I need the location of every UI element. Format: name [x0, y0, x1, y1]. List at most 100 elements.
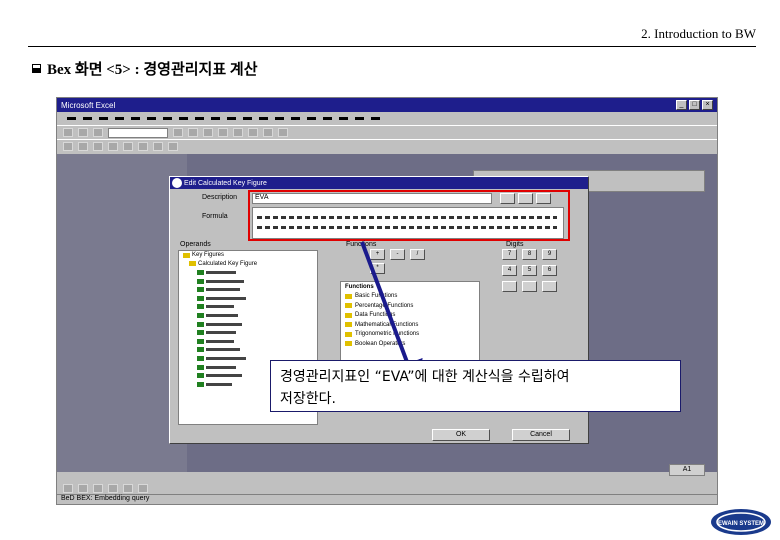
toolbar-button[interactable] — [153, 142, 163, 151]
digit-button[interactable] — [522, 281, 537, 292]
toolbar-button[interactable] — [78, 142, 88, 151]
company-logo: EWAIN SYSTEM — [711, 509, 771, 535]
list-item[interactable] — [179, 337, 317, 346]
toolbar-button[interactable] — [123, 483, 133, 493]
toolbar-button[interactable] — [123, 142, 133, 151]
function-item[interactable]: Trigonometric Functions — [341, 330, 479, 340]
node-text — [206, 356, 246, 360]
node-text — [206, 279, 244, 283]
node-text — [206, 331, 236, 335]
digit-button-5[interactable]: 5 — [522, 265, 537, 276]
worksheet-gutter — [57, 154, 187, 472]
list-item[interactable] — [179, 285, 317, 294]
digit-button-9[interactable]: 9 — [542, 249, 557, 260]
toolbar-button[interactable] — [168, 142, 178, 151]
node-text — [206, 270, 236, 274]
tree-node-key-figures[interactable]: Key Figures — [179, 251, 317, 260]
key-figure-icon — [197, 304, 204, 310]
toolbar-button[interactable] — [138, 142, 148, 151]
toolbar-button[interactable] — [233, 128, 243, 137]
toolbar-button[interactable] — [63, 483, 73, 493]
toolbar-button[interactable] — [78, 483, 88, 493]
function-item[interactable]: Percentage Functions — [341, 301, 479, 311]
toolbar-button[interactable] — [108, 483, 118, 493]
close-button[interactable]: × — [702, 100, 713, 110]
toolbar-button[interactable] — [203, 128, 213, 137]
menu-placeholder[interactable] — [67, 117, 387, 120]
node-text — [206, 339, 234, 343]
toolbar-button[interactable] — [278, 128, 288, 137]
function-item[interactable]: Boolean Operators — [341, 339, 479, 349]
dialog-title: Edit Calculated Key Figure — [184, 179, 267, 187]
formula-label: Formula — [202, 213, 228, 220]
node-text — [206, 288, 240, 292]
excel-toolbar-1 — [57, 125, 717, 139]
toolbar-button[interactable] — [93, 483, 103, 493]
cancel-button[interactable]: Cancel — [512, 429, 570, 441]
node-text — [206, 374, 242, 378]
key-figure-icon — [197, 364, 204, 370]
folder-icon — [345, 312, 352, 318]
key-figure-icon — [197, 373, 204, 379]
node-text — [206, 313, 238, 317]
list-item[interactable] — [179, 294, 317, 303]
toolbar-button[interactable] — [93, 142, 103, 151]
excel-window: Microsoft Excel _ □ × Edit Calculated Ke… — [56, 97, 718, 505]
toolbar-button[interactable] — [248, 128, 258, 137]
key-figure-icon — [197, 355, 204, 361]
toolbar-button[interactable] — [138, 483, 148, 493]
toolbar-button[interactable] — [78, 128, 88, 137]
folder-icon — [345, 322, 352, 328]
operator-button[interactable]: * — [370, 263, 385, 274]
list-item[interactable] — [179, 320, 317, 329]
list-item[interactable] — [179, 311, 317, 320]
digit-button[interactable] — [502, 281, 517, 292]
functions-list[interactable]: Functions Basic Functions Percentage Fun… — [340, 281, 480, 361]
key-figure-icon — [197, 321, 204, 327]
description-label: Description — [202, 194, 238, 201]
font-field[interactable] — [108, 127, 168, 138]
tree-node-label: Key Figures — [192, 252, 225, 259]
header-rule — [28, 46, 756, 47]
operator-button[interactable]: + — [370, 249, 385, 260]
digit-button-7[interactable]: 7 — [502, 249, 517, 260]
corner-button[interactable]: A1 — [669, 464, 705, 476]
maximize-button[interactable]: □ — [689, 100, 700, 110]
function-item[interactable]: Basic Functions — [341, 292, 479, 302]
toolbar-button[interactable] — [218, 128, 228, 137]
key-figure-icon — [197, 312, 204, 318]
folder-icon — [345, 331, 352, 337]
list-item[interactable] — [179, 328, 317, 337]
folder-icon — [183, 252, 190, 258]
operator-button[interactable]: / — [410, 249, 425, 260]
key-figure-icon — [197, 330, 204, 336]
digit-button-8[interactable]: 8 — [522, 249, 537, 260]
toolbar-button[interactable] — [108, 142, 118, 151]
toolbar-button[interactable] — [63, 128, 73, 137]
toolbar-button[interactable] — [93, 128, 103, 137]
operands-label: Operands — [180, 241, 211, 248]
operator-button[interactable]: - — [390, 249, 405, 260]
node-text — [206, 296, 246, 300]
toolbar-button[interactable] — [173, 128, 183, 137]
list-item[interactable] — [179, 268, 317, 277]
node-text — [206, 322, 242, 326]
digit-button-6[interactable]: 6 — [542, 265, 557, 276]
dialog-titlebar: Edit Calculated Key Figure — [170, 177, 588, 189]
minimize-button[interactable]: _ — [676, 100, 687, 110]
list-item[interactable] — [179, 277, 317, 286]
node-text — [206, 348, 240, 352]
digit-button-4[interactable]: 4 — [502, 265, 517, 276]
digit-button[interactable] — [542, 281, 557, 292]
function-item[interactable]: Data Functions — [341, 311, 479, 321]
list-item[interactable] — [179, 303, 317, 312]
toolbar-button[interactable] — [188, 128, 198, 137]
folder-icon — [345, 341, 352, 347]
toolbar-button[interactable] — [63, 142, 73, 151]
key-figure-icon — [197, 347, 204, 353]
toolbar-button[interactable] — [263, 128, 273, 137]
tree-node-calculated[interactable]: Calculated Key Figure — [179, 260, 317, 269]
list-item[interactable] — [179, 346, 317, 355]
function-item[interactable]: Mathematical Functions — [341, 320, 479, 330]
ok-button[interactable]: OK — [432, 429, 490, 441]
